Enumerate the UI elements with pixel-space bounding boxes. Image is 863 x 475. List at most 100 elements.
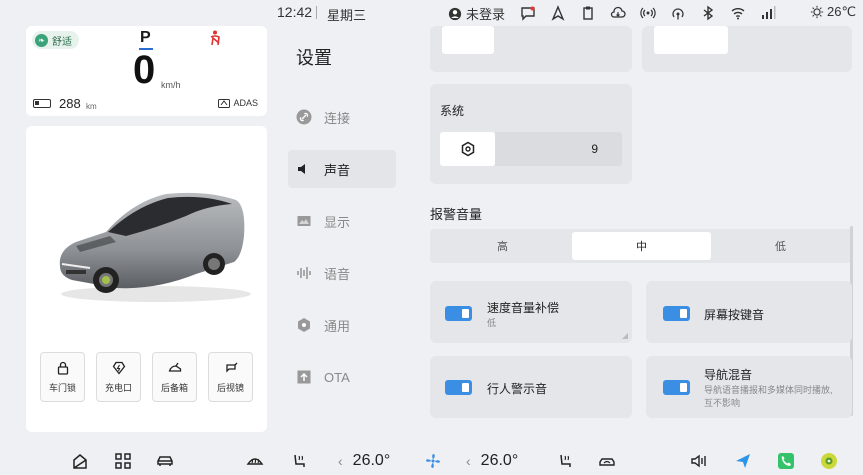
navigation-mix-description: 导航语音播报和多媒体同时播放,互不影响: [704, 385, 833, 408]
tab-ota[interactable]: OTA: [288, 358, 396, 396]
quick-controls: 车门锁 充电口 后备箱 后视镜: [40, 352, 253, 402]
expand-corner-icon: [622, 333, 628, 339]
vehicle-panel: 车门锁 充电口 后备箱 后视镜: [26, 126, 267, 432]
tab-voice[interactable]: 语音: [288, 254, 396, 292]
car-image: [59, 192, 251, 302]
passenger-temp-decrease[interactable]: ‹: [466, 453, 471, 469]
car-icon: [157, 456, 173, 466]
system-volume-icon-box: [440, 132, 495, 166]
outside-temperature: 26℃: [810, 4, 856, 20]
speed-volume-compensation-card[interactable]: 速度音量补偿 低: [430, 281, 632, 343]
tab-general[interactable]: 通用: [288, 306, 396, 344]
recirculation-icon: [599, 458, 615, 466]
navigation-mix-title: 导航混音: [704, 368, 753, 382]
fan-button[interactable]: [424, 452, 442, 470]
tab-voice-label: 语音: [324, 266, 351, 282]
hotspot-icon: [672, 8, 684, 20]
link-icon: [296, 109, 312, 125]
speed-volume-compensation-title: 速度音量补偿: [487, 301, 560, 315]
screen-key-tone-title: 屏幕按键音: [704, 308, 765, 322]
speed-volume-compensation-value: 低: [487, 318, 497, 328]
alert-volume-title: 报警音量: [430, 207, 483, 222]
clock: 12:42: [277, 4, 313, 20]
volume-button[interactable]: [690, 452, 708, 470]
door-lock-button[interactable]: 车门锁: [40, 352, 85, 402]
screen-key-tone-card[interactable]: 屏幕按键音: [646, 281, 852, 343]
pedestrian-alert-card[interactable]: 行人警示音: [430, 356, 632, 418]
charge-port-button[interactable]: 充电口: [96, 352, 141, 402]
volume-icon-box: [442, 26, 494, 54]
passenger-temperature-control: ‹ 26.0°: [466, 452, 518, 470]
tab-display[interactable]: 显示: [288, 202, 396, 240]
trunk-label: 后备箱: [160, 382, 188, 393]
system-volume-slider[interactable]: 9: [495, 132, 622, 166]
general-icon: [298, 318, 310, 332]
user-account-button[interactable]: 未登录: [448, 4, 505, 23]
tab-sound-label: 声音: [324, 162, 351, 178]
cloud-download-icon: [610, 6, 626, 18]
dashboard-card: ❧ 舒适 P 0 km/h 288 km ADAS: [26, 26, 267, 116]
sun-icon: [810, 5, 824, 19]
user-icon: [448, 7, 462, 20]
user-status: 未登录: [466, 7, 506, 22]
navigation-mix-card[interactable]: 导航混音 导航语音播报和多媒体同时播放,互不影响: [646, 356, 852, 418]
tab-connection-label: 连接: [324, 110, 351, 126]
driver-temp-decrease[interactable]: ‹: [338, 453, 343, 469]
eco-leaf-icon: ❧: [35, 33, 48, 47]
signal-icon: [640, 7, 656, 19]
range-unit: km: [86, 102, 97, 111]
settings-nav: 连接 声音 显示 语音 通用 OTA: [288, 98, 396, 410]
system-volume-card: 系统 9: [430, 84, 632, 184]
charge-port-icon: [112, 361, 125, 375]
alert-volume-high[interactable]: 高: [433, 232, 572, 260]
status-icons: [520, 5, 776, 21]
defrost-button[interactable]: [246, 452, 264, 470]
volume-card-partial: [430, 26, 632, 72]
vehicle-button[interactable]: [156, 452, 174, 470]
range-value: 288: [59, 96, 81, 111]
media-app-button[interactable]: [820, 452, 838, 470]
seat-heat-icon: [560, 454, 571, 467]
trunk-button[interactable]: 后备箱: [152, 352, 197, 402]
apps-button[interactable]: [114, 452, 132, 470]
home-button[interactable]: [71, 452, 89, 470]
phone-icon: [778, 453, 794, 469]
fan-icon: [426, 454, 440, 468]
mirror-button[interactable]: 后视镜: [208, 352, 253, 402]
tab-display-label: 显示: [324, 214, 351, 230]
door-lock-label: 车门锁: [48, 382, 76, 393]
charge-port-label: 充电口: [104, 382, 132, 393]
clipboard-icon: [583, 6, 593, 20]
tab-connection[interactable]: 连接: [288, 98, 396, 136]
apps-grid-icon: [115, 453, 131, 469]
phone-app-button[interactable]: [777, 452, 795, 470]
pedestrian-alert-title: 行人警示音: [487, 382, 548, 396]
air-recirculation-button[interactable]: [598, 452, 616, 470]
adas-indicator[interactable]: ADAS: [218, 98, 258, 108]
alert-volume-medium[interactable]: 中: [572, 232, 711, 260]
passenger-seat-heat-button[interactable]: [556, 452, 574, 470]
pedestrian-alert-toggle[interactable]: [445, 380, 472, 395]
tab-ota-label: OTA: [324, 369, 350, 385]
alert-volume-low[interactable]: 低: [711, 232, 850, 260]
drive-mode-badge[interactable]: ❧ 舒适: [32, 31, 79, 49]
gear-indicator: P: [140, 29, 151, 46]
bluetooth-icon: [703, 5, 714, 21]
speed-volume-compensation-toggle[interactable]: [445, 306, 472, 321]
divider: [316, 6, 317, 19]
voice-icon: [297, 267, 311, 279]
lock-icon: [57, 361, 68, 375]
screen-key-tone-toggle[interactable]: [663, 306, 690, 321]
system-volume-label: 系统: [440, 104, 465, 118]
navigation-mix-toggle[interactable]: [663, 380, 690, 395]
driver-seat-heat-button[interactable]: [290, 452, 308, 470]
message-icon[interactable]: [520, 5, 536, 21]
adas-label: ADAS: [233, 98, 258, 108]
driver-temperature-control: ‹ 26.0°: [338, 452, 390, 470]
tab-sound[interactable]: 声音: [288, 150, 396, 188]
mirror-icon: [225, 362, 237, 373]
send-arrow-icon: [736, 454, 750, 468]
navigation-app-button[interactable]: [734, 452, 752, 470]
volume-icon-box-2: [654, 26, 728, 54]
volume-card-partial-2: [642, 26, 852, 72]
